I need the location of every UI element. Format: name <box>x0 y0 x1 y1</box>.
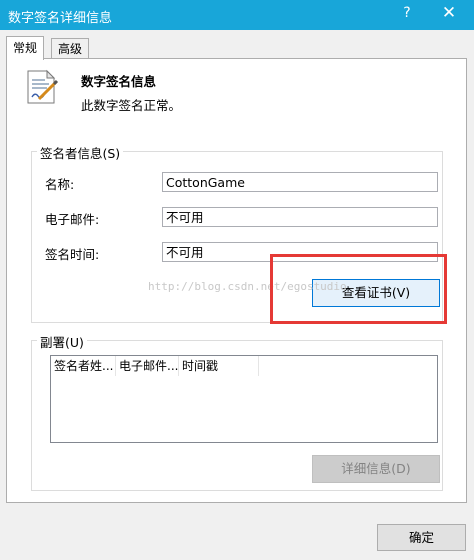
signer-info-group: 签名者信息(S) 名称: CottonGame 电子邮件: 不可用 签名时间: … <box>31 143 443 323</box>
details-button[interactable]: 详细信息(D) <box>312 455 440 483</box>
title-bar: 数字签名详细信息 ? ✕ <box>0 0 474 30</box>
signer-info-legend: 签名者信息(S) <box>37 143 124 162</box>
ok-button[interactable]: 确定 <box>377 524 466 551</box>
tab-general[interactable]: 常规 <box>6 36 45 60</box>
countersignatures-group: 副署(U) 签名者姓... 电子邮件... 时间戳 详细信息(D) <box>31 332 443 491</box>
column-header-email[interactable]: 电子邮件... <box>116 356 179 376</box>
signing-time-field[interactable]: 不可用 <box>162 242 438 262</box>
name-label: 名称: <box>45 177 75 192</box>
email-field[interactable]: 不可用 <box>162 207 438 227</box>
signature-status-text: 此数字签名正常。 <box>81 98 182 113</box>
signature-info-title: 数字签名信息 <box>81 74 157 89</box>
email-label: 电子邮件: <box>45 212 100 227</box>
window-title: 数字签名详细信息 <box>8 11 113 26</box>
tab-advanced[interactable]: 高级 <box>51 38 90 59</box>
watermark-text: http://blog.csdn.net/egostudio <box>148 280 347 293</box>
signing-time-label: 签名时间: <box>45 247 100 262</box>
column-header-timestamp[interactable]: 时间戳 <box>179 356 259 376</box>
certificate-icon <box>27 69 59 104</box>
help-button[interactable]: ? <box>398 5 416 21</box>
countersignatures-legend: 副署(U) <box>37 332 87 351</box>
column-header-signer-name[interactable]: 签名者姓... <box>51 356 116 376</box>
name-field[interactable]: CottonGame <box>162 172 438 192</box>
close-button[interactable]: ✕ <box>440 3 458 23</box>
countersignature-list[interactable]: 签名者姓... 电子邮件... 时间戳 <box>50 355 438 443</box>
